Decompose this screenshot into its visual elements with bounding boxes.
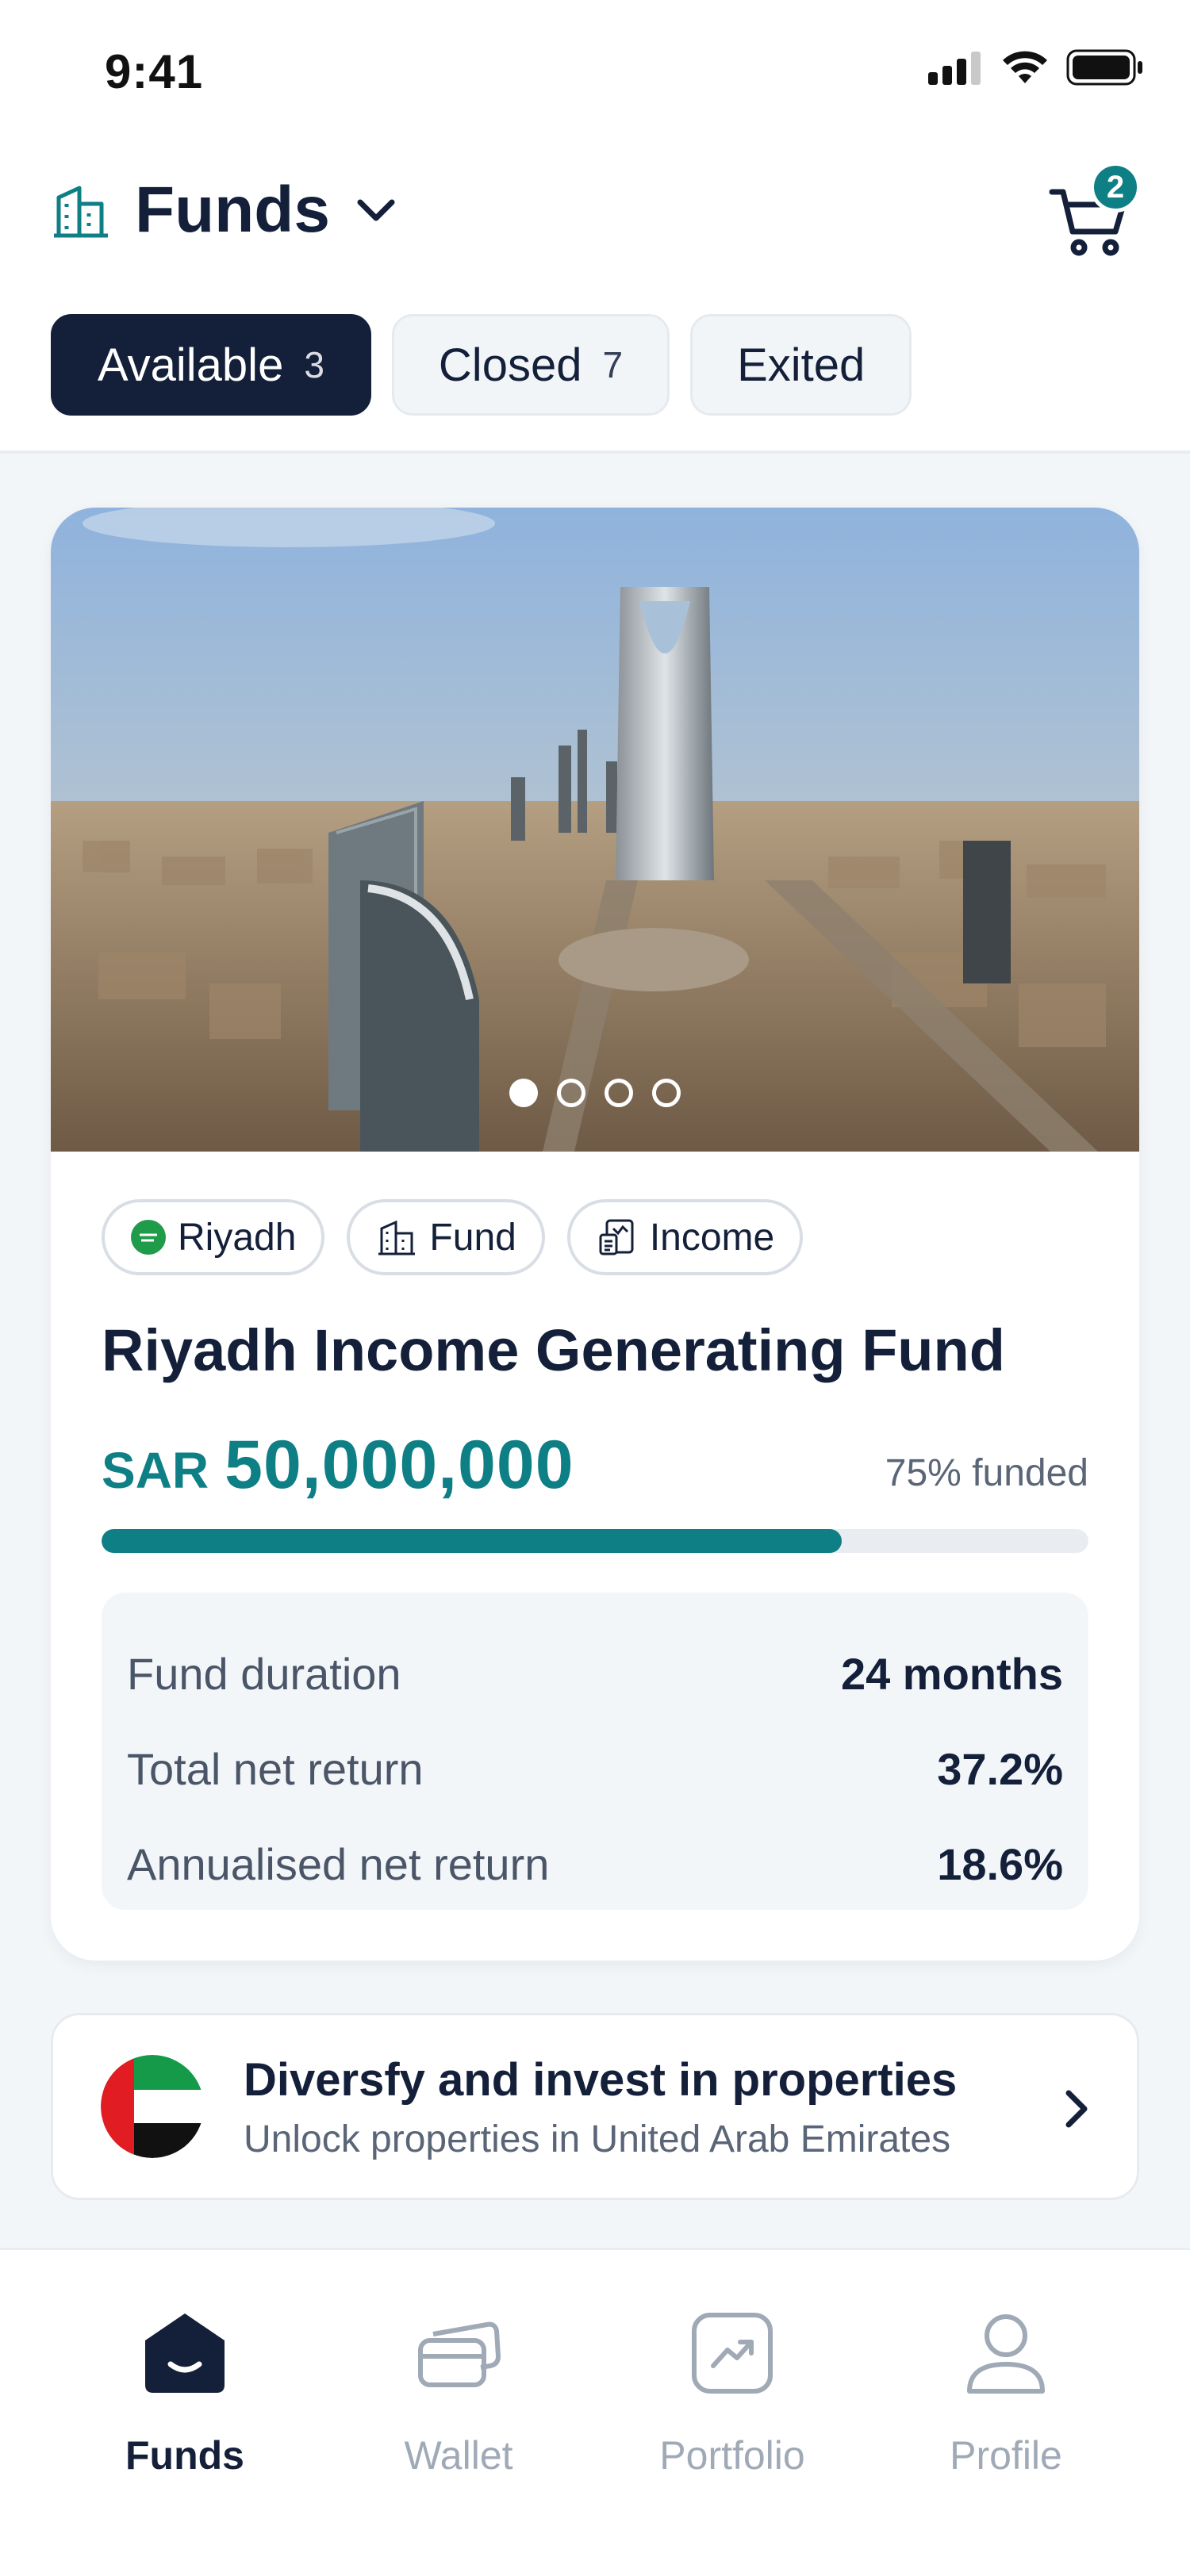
- tag-label: Fund: [429, 1216, 516, 1259]
- stat-label: Annualised net return: [127, 1838, 550, 1889]
- status-icons: [928, 49, 1144, 86]
- tag-fund: Fund: [347, 1199, 545, 1275]
- chevron-down-icon: [357, 199, 395, 221]
- carousel-dot[interactable]: [652, 1079, 681, 1107]
- promo-title: Diversfy and invest in properties: [244, 2054, 958, 2106]
- tab-count: 7: [602, 344, 624, 385]
- tab-count: 3: [304, 344, 324, 385]
- fund-tags: Riyadh Fund Income: [102, 1199, 804, 1275]
- wifi-icon: [1003, 51, 1047, 83]
- stat-label: Fund duration: [127, 1648, 401, 1699]
- nav-wallet[interactable]: Wallet: [324, 2306, 593, 2478]
- fund-stats: Fund duration 24 months Total net return…: [102, 1593, 1088, 1910]
- saudi-flag-icon: [131, 1220, 166, 1255]
- funding-progress-bar: [102, 1529, 1088, 1553]
- nav-label: Profile: [950, 2433, 1062, 2478]
- fund-card[interactable]: Riyadh Fund Income Riyadh Income Generat…: [51, 508, 1139, 1961]
- uae-promo-banner[interactable]: Diversfy and invest in properties Unlock…: [51, 2013, 1139, 2200]
- nav-profile[interactable]: Profile: [871, 2306, 1141, 2478]
- tag-label: Income: [649, 1216, 775, 1259]
- tag-income: Income: [566, 1199, 804, 1275]
- tab-exited[interactable]: Exited: [690, 314, 912, 416]
- promo-text: Diversfy and invest in properties Unlock…: [244, 2053, 957, 2161]
- building-icon: [54, 186, 108, 238]
- stat-label: Total net return: [127, 1743, 424, 1794]
- building-icon: [378, 1220, 416, 1255]
- header: Funds 2: [0, 143, 1190, 286]
- nav-label: Funds: [125, 2433, 244, 2478]
- stat-total-net-return: Total net return 37.2%: [127, 1721, 1063, 1816]
- nav-portfolio[interactable]: Portfolio: [597, 2306, 867, 2478]
- income-document-icon: [599, 1219, 634, 1255]
- cart-count-badge: 2: [1090, 162, 1141, 213]
- bottom-navigation: Funds Wallet Portfolio Profile: [0, 2248, 1190, 2576]
- tab-label: Available: [98, 339, 284, 391]
- battery-icon: [1066, 49, 1142, 86]
- fund-image-carousel[interactable]: [51, 508, 1139, 1152]
- nav-label: Wallet: [404, 2433, 513, 2478]
- home-icon: [137, 2306, 232, 2401]
- carousel-dot[interactable]: [605, 1079, 633, 1107]
- signal-icon: [928, 52, 981, 85]
- nav-label: Portfolio: [659, 2433, 805, 2478]
- tab-available[interactable]: Available 3: [51, 314, 371, 416]
- wallet-icon: [411, 2306, 506, 2401]
- funding-progress-fill: [102, 1529, 842, 1553]
- uae-flag-icon: [101, 2055, 204, 2158]
- currency-label: SAR: [102, 1442, 209, 1499]
- cart-button[interactable]: 2: [1047, 162, 1141, 262]
- amount-value: 50,000,000: [225, 1427, 574, 1503]
- funds-dropdown[interactable]: Funds: [51, 173, 398, 247]
- carousel-dot[interactable]: [509, 1079, 538, 1107]
- status-bar: 9:41: [0, 0, 1190, 143]
- stat-value: 18.6%: [937, 1838, 1063, 1889]
- tag-label: Riyadh: [178, 1216, 297, 1259]
- portfolio-icon: [685, 2306, 780, 2401]
- promo-subtitle: Unlock properties in United Arab Emirate…: [244, 2118, 951, 2160]
- stat-value: 24 months: [840, 1648, 1063, 1699]
- carousel-dot[interactable]: [557, 1079, 585, 1107]
- stat-fund-duration: Fund duration 24 months: [127, 1626, 1063, 1721]
- chevron-right-icon: [1065, 2090, 1088, 2128]
- stat-annualised-net-return: Annualised net return 18.6%: [127, 1816, 1063, 1911]
- riyadh-skyline-image: [51, 508, 1139, 1152]
- stat-value: 37.2%: [937, 1743, 1063, 1794]
- status-time: 9:41: [105, 45, 204, 98]
- page-title: Funds: [135, 174, 330, 246]
- funded-percentage: 75% funded: [885, 1452, 1088, 1494]
- fund-list: Riyadh Fund Income Riyadh Income Generat…: [0, 454, 1190, 2248]
- fund-title: Riyadh Income Generating Fund: [102, 1317, 1005, 1383]
- nav-funds[interactable]: Funds: [50, 2306, 320, 2478]
- profile-icon: [958, 2306, 1054, 2401]
- tab-label: Closed: [438, 339, 582, 391]
- fund-status-tabs: Available 3 Closed 7 Exited: [51, 314, 912, 416]
- tab-closed[interactable]: Closed 7: [391, 314, 670, 416]
- carousel-dots: [51, 1079, 1139, 1107]
- tab-label: Exited: [737, 339, 866, 391]
- tag-riyadh: Riyadh: [102, 1199, 325, 1275]
- fund-amount: SAR 50,000,000: [102, 1426, 574, 1505]
